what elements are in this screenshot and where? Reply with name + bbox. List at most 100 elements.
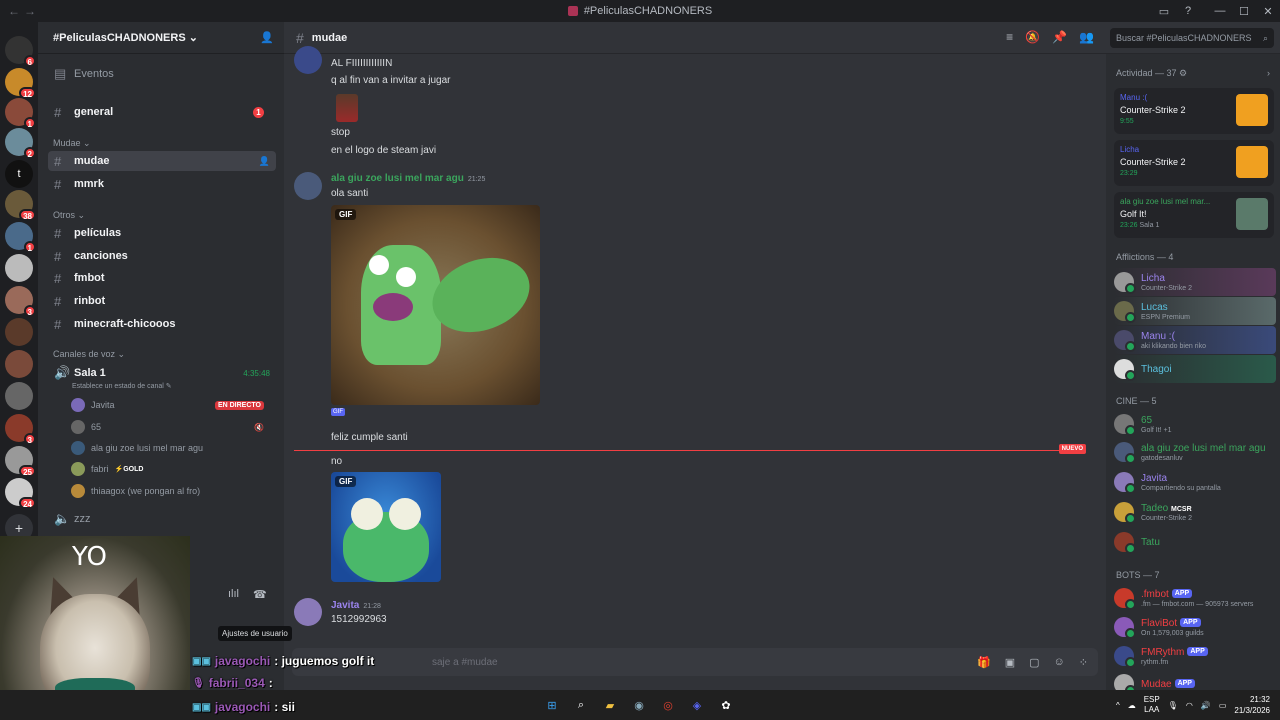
- member-item[interactable]: FMRythm APP rythm.fm: [1114, 642, 1276, 670]
- server-icon-12[interactable]: [5, 382, 33, 410]
- avatar[interactable]: [294, 598, 322, 626]
- server-icon-9[interactable]: 3: [5, 286, 36, 317]
- battery-icon[interactable]: ▭: [1219, 701, 1227, 710]
- category-mudae[interactable]: Mudae ⌄: [53, 138, 91, 149]
- gif-frog[interactable]: GIF: [331, 472, 441, 582]
- voice-user[interactable]: ala giu zoe lusi mel mar agu: [71, 439, 276, 457]
- server-icon-8[interactable]: [5, 254, 33, 282]
- disconnect-icon[interactable]: ☎: [253, 588, 267, 601]
- minimize-button[interactable]: —: [1208, 5, 1232, 17]
- channel-mudae[interactable]: # mudae 👤: [48, 151, 276, 171]
- discord-icon[interactable]: ◈: [687, 695, 707, 715]
- activity-card[interactable]: Licha Counter-Strike 2 23:29: [1114, 140, 1274, 186]
- category-otros[interactable]: Otros ⌄: [53, 210, 85, 221]
- channel-canciones[interactable]: # canciones: [48, 246, 276, 266]
- avatar[interactable]: [294, 172, 322, 200]
- chrome-icon[interactable]: ◎: [658, 695, 678, 715]
- server-icon-2[interactable]: 12: [5, 68, 36, 99]
- message-input[interactable]: saje a #mudae 🎁 ▣ ▢ ☺ ⁘: [292, 648, 1098, 676]
- wifi-icon[interactable]: ◠: [1186, 701, 1193, 710]
- message-author[interactable]: Javita 21:28: [331, 600, 381, 611]
- hash-icon: #: [54, 225, 62, 241]
- channel-status[interactable]: Establece un estado de canal ✎: [72, 382, 172, 390]
- volume-icon[interactable]: 🔊: [1201, 701, 1211, 710]
- emoji-icon[interactable]: ☺: [1054, 656, 1065, 669]
- file-explorer-icon[interactable]: ▰: [600, 695, 620, 715]
- member-item[interactable]: Licha Counter-Strike 2: [1114, 268, 1276, 296]
- server-icon-3[interactable]: 1: [5, 98, 36, 129]
- back-icon[interactable]: ←: [8, 4, 20, 18]
- chevron-right-icon[interactable]: ›: [1267, 68, 1270, 78]
- server-icon-7[interactable]: 1: [5, 222, 36, 253]
- member-list-icon[interactable]: 👥: [1079, 30, 1094, 44]
- language-indicator[interactable]: ESP LAA: [1144, 695, 1160, 715]
- server-icon-1[interactable]: 6: [5, 36, 36, 67]
- pin-icon[interactable]: 📌: [1052, 30, 1067, 44]
- inbox-icon[interactable]: ▭: [1152, 5, 1176, 18]
- channel-rinbot[interactable]: # rinbot: [48, 291, 276, 311]
- server-icon-5[interactable]: t: [5, 160, 33, 188]
- member-item[interactable]: 65 Golf It! +1: [1114, 410, 1276, 438]
- notifications-icon[interactable]: 🔕: [1025, 30, 1040, 44]
- member-item[interactable]: Javita Compartiendo su pantalla: [1114, 468, 1276, 496]
- server-icon-6[interactable]: 38: [5, 190, 36, 221]
- channel-mmrk[interactable]: # mmrk: [48, 174, 276, 194]
- app-icon[interactable]: ✿: [716, 695, 736, 715]
- cloud-icon[interactable]: ☁: [1128, 701, 1136, 710]
- message-text: feliz cumple santi: [331, 432, 408, 443]
- member-item[interactable]: FlaviBot APP On 1,579,003 guilds: [1114, 613, 1276, 641]
- invite-icon[interactable]: 👤: [259, 156, 270, 167]
- voice-user[interactable]: Javita EN DIRECTO: [71, 396, 276, 414]
- member-item[interactable]: Tatu: [1114, 528, 1276, 556]
- server-icon-15[interactable]: 24: [5, 478, 36, 509]
- server-icon-11[interactable]: [5, 350, 33, 378]
- member-item[interactable]: Thagoi: [1114, 355, 1276, 383]
- live-badge: EN DIRECTO: [214, 400, 264, 410]
- member-item[interactable]: Lucas ESPN Premium: [1114, 297, 1276, 325]
- gif-lizard[interactable]: GIF: [331, 205, 540, 405]
- close-button[interactable]: ✕: [1256, 5, 1280, 18]
- threads-icon[interactable]: ≡: [1006, 30, 1013, 44]
- events-item[interactable]: ▤ Eventos: [48, 64, 276, 84]
- gif-icon[interactable]: ▣: [1005, 656, 1015, 669]
- category-voice[interactable]: Canales de voz ⌄: [53, 349, 125, 360]
- forward-icon[interactable]: →: [24, 4, 36, 18]
- member-item[interactable]: Tadeo MCSR Counter-Strike 2: [1114, 498, 1276, 526]
- sticker-icon[interactable]: ▢: [1029, 656, 1039, 669]
- channel-fmbot[interactable]: # fmbot: [48, 268, 276, 288]
- voice-user[interactable]: fabri ⚡GOLD: [71, 460, 276, 478]
- activity-card[interactable]: Manu :( Counter-Strike 2 9:55: [1114, 88, 1274, 134]
- guild-header[interactable]: #PeliculasCHADNONERS ⌄ 👤: [38, 22, 284, 54]
- gift-icon[interactable]: 🎁: [977, 656, 991, 669]
- channel-peliculas[interactable]: # películas: [48, 223, 276, 243]
- member-item[interactable]: Manu :(aki klikando bien riko: [1114, 326, 1276, 354]
- soundboard-icon[interactable]: ılıl: [228, 588, 239, 601]
- voice-channel-zzz[interactable]: 🔈 zzz: [48, 509, 276, 529]
- steam-icon[interactable]: ◉: [629, 695, 649, 715]
- maximize-button[interactable]: ☐: [1232, 5, 1256, 18]
- channel-minecraft[interactable]: # minecraft-chicooos: [48, 314, 276, 334]
- add-member-icon[interactable]: 👤: [260, 31, 274, 44]
- member-item[interactable]: .fmbot APP .fm — fmbot.com — 905973 server…: [1114, 584, 1276, 612]
- server-icon-10[interactable]: [5, 318, 33, 346]
- server-icon-14[interactable]: 25: [5, 446, 36, 477]
- mic-icon[interactable]: 🎙: [1168, 701, 1178, 710]
- server-icon-13[interactable]: 3: [5, 414, 36, 445]
- message-author[interactable]: ala giu zoe lusi mel mar agu 21:25: [331, 173, 485, 184]
- chevron-up-icon[interactable]: ^: [1116, 701, 1120, 710]
- clock[interactable]: 21:32 21/3/2026: [1234, 694, 1270, 716]
- windows-start-icon[interactable]: ⊞: [542, 695, 562, 715]
- member-item[interactable]: ala giu zoe lusi mel mar agu gatodesanluv: [1114, 438, 1276, 466]
- search-icon[interactable]: ⌕: [571, 695, 591, 715]
- search-icon: ⌕: [1262, 32, 1268, 43]
- search-input[interactable]: Buscar #PeliculasCHADNONERS ⌕: [1110, 28, 1274, 48]
- new-badge: NUEVO: [1058, 444, 1086, 454]
- channel-general[interactable]: # general 1: [48, 102, 276, 122]
- avatar[interactable]: [294, 46, 322, 74]
- help-icon[interactable]: ?: [1176, 5, 1200, 17]
- activity-card[interactable]: ala giu zoe lusi mel mar... Golf It! 23:…: [1114, 192, 1274, 238]
- apps-icon[interactable]: ⁘: [1079, 656, 1088, 669]
- voice-user[interactable]: 65 🔇: [71, 418, 276, 436]
- voice-channel-sala1[interactable]: 🔊 Sala 1 4:35:48: [48, 363, 276, 383]
- voice-user[interactable]: thiaagox (we pongan al fro): [71, 482, 276, 500]
